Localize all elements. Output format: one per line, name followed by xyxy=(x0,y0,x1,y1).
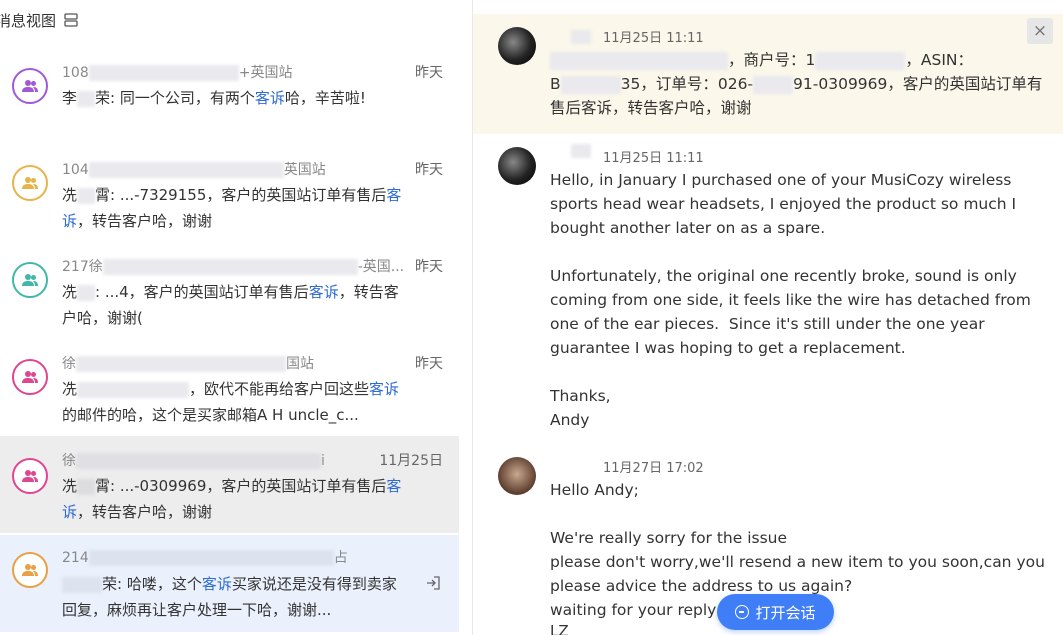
conversation-time: 昨天 xyxy=(415,162,443,178)
group-avatar-icon xyxy=(12,68,48,104)
message-body: ，商户号：1 ，ASIN： B 35，订单号：026- 91-0309969，客户的英… xyxy=(550,51,1043,117)
redacted-block xyxy=(77,90,96,107)
redacted-block xyxy=(753,75,794,94)
redacted-block xyxy=(102,259,358,275)
conversation-title: 214 占 xyxy=(62,550,348,566)
group-avatar-icon xyxy=(12,359,48,395)
list-header: 消息视图 xyxy=(0,0,472,40)
message-thread-panel: × 11月25日 11:11 ，商户号：1 ，ASIN： B 35，订单号：026-… xyxy=(473,0,1063,635)
conversation-item[interactable]: 217徐 -英国... 昨天 冼: ...4，客户的英国站订单有售后客诉，转告客户… xyxy=(0,242,459,338)
conversation-preview: 冼: ...4，客户的英国站订单有售后客诉，转告客户哈，谢谢( xyxy=(62,283,399,327)
view-toggle-icon[interactable] xyxy=(64,13,78,27)
conversation-item[interactable]: 徐国站 昨天 冼，欧代不能再给客户回这些客诉的邮件的哈，这个是买家邮箱A H u… xyxy=(0,339,459,435)
conversation-preview: 李荣: 同一个公司，有两个客诉哈，辛苦啦! xyxy=(62,89,366,107)
group-avatar-icon xyxy=(12,165,48,201)
conversation-preview: 冼霄: ...-0309969，客户的英国站订单有售后客诉，转告客户哈，谢谢 xyxy=(62,477,402,521)
conversation-list-panel: 消息视图 108 +英国站 昨天 李荣: 同一个公司，有两个客诉哈，辛苦啦! 1… xyxy=(0,0,473,635)
complaint-link[interactable]: 客诉 xyxy=(309,283,339,301)
user-avatar xyxy=(498,147,536,185)
redacted-block xyxy=(88,65,239,81)
conversation-time: 昨天 xyxy=(415,356,443,372)
conversation-title: 108 +英国站 xyxy=(62,65,293,81)
message-time: 11月25日 11:11 xyxy=(603,151,704,166)
conversation-item[interactable]: 214 占 荣: 哈喽，这个客诉买家说还是没有得到卖家回复，麻烦再让客户处理一下哈… xyxy=(0,535,459,632)
complaint-link[interactable]: 客诉 xyxy=(255,89,285,107)
redacted-block xyxy=(76,453,321,469)
conversation-time: 昨天 xyxy=(415,65,443,81)
open-conversation-label: 打开会话 xyxy=(755,603,816,622)
list-header-title: 消息视图 xyxy=(0,11,57,30)
conversation-preview: 荣: 哈喽，这个客诉买家说还是没有得到卖家回复，麻烦再让客户处理一下哈，谢谢..… xyxy=(62,575,397,619)
group-avatar-icon xyxy=(12,458,48,494)
app-root: 消息视图 108 +英国站 昨天 李荣: 同一个公司，有两个客诉哈，辛苦啦! 1… xyxy=(0,0,1063,635)
redacted-block xyxy=(77,284,96,301)
redacted-block xyxy=(550,51,728,70)
conversation-time: 昨天 xyxy=(415,259,443,275)
group-avatar-icon xyxy=(12,552,48,588)
redacted-block xyxy=(88,550,334,566)
conversation-preview: 冼，欧代不能再给客户回这些客诉的邮件的哈，这个是买家邮箱A H uncle_c.… xyxy=(62,380,400,424)
redacted-block xyxy=(815,51,906,70)
redacted-block xyxy=(571,144,591,158)
group-avatar-icon xyxy=(12,262,48,298)
message-body: Hello, in January I purchased one of you… xyxy=(550,171,1031,429)
conversation-title: 徐i xyxy=(62,453,325,469)
redacted-block xyxy=(77,381,190,398)
conversation-preview: 冼霄: ...-7329155，客户的英国站订单有售后客诉，转告客户哈，谢谢 xyxy=(62,186,402,230)
conversation-title: 217徐 -英国... xyxy=(62,259,405,275)
redacted-block xyxy=(77,478,96,495)
message-time: 11月27日 17:02 xyxy=(603,461,704,476)
message-signature: LZ xyxy=(550,622,569,635)
redacted-block xyxy=(62,576,102,593)
conversation-title: 徐国站 xyxy=(62,356,314,372)
open-conversation-button[interactable]: 打开会话 xyxy=(717,594,834,630)
redacted-block xyxy=(76,356,286,372)
redacted-block xyxy=(88,162,284,178)
conversation-time: 11月25日 xyxy=(379,453,443,469)
conversation-item[interactable]: 104 英国站 昨天 冼霄: ...-7329155，客户的英国站订单有售后客诉，… xyxy=(0,145,459,241)
user-avatar xyxy=(498,457,536,495)
exit-conversation-icon[interactable] xyxy=(425,575,441,595)
conversation-item[interactable]: 徐i 11月25日 冼霄: ...-0309969，客户的英国站订单有售后客诉，… xyxy=(0,436,459,533)
conversation-item[interactable]: 108 +英国站 昨天 李荣: 同一个公司，有两个客诉哈，辛苦啦! xyxy=(0,48,459,144)
redacted-block xyxy=(77,187,96,204)
complaint-link[interactable]: 客诉 xyxy=(369,380,399,398)
chat-icon xyxy=(735,605,750,619)
message-time: 11月25日 11:11 xyxy=(603,31,704,46)
user-avatar xyxy=(498,27,536,65)
close-icon[interactable]: × xyxy=(1027,18,1053,44)
complaint-link[interactable]: 客诉 xyxy=(202,575,232,593)
redacted-block xyxy=(560,75,621,94)
redacted-block xyxy=(571,30,591,44)
conversation-title: 104 英国站 xyxy=(62,162,326,178)
